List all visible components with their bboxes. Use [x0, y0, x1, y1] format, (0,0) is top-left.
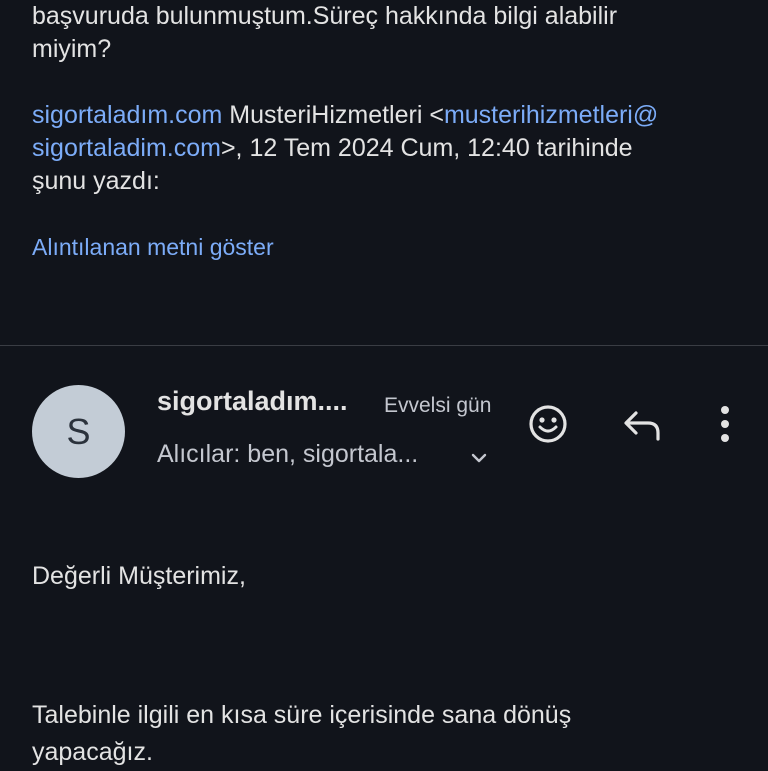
message-body-line-2: yapacağız. — [32, 738, 153, 766]
recipients-summary[interactable]: Alıcılar: ben, sigortala... — [157, 440, 418, 469]
message-body-line-1: Talebinle ilgili en kısa süre içerisinde… — [32, 701, 572, 729]
sender-site-link[interactable]: sigortaladım.com — [32, 101, 222, 129]
add-reaction-icon[interactable] — [526, 402, 570, 446]
avatar[interactable]: S — [32, 385, 125, 478]
attribution-date: >, 12 Tem 2024 Cum, 12:40 tarihinde — [220, 134, 633, 162]
avatar-letter: S — [66, 410, 91, 452]
message-body: Talebinle ilgili en kısa süre içerisinde… — [32, 697, 732, 771]
sender-email-link-part1[interactable]: musterihizmetleri@ — [444, 101, 658, 129]
reply-icon[interactable] — [622, 405, 664, 445]
quoted-line-1: başvuruda bulunmuştum.Süreç hakkında bil… — [32, 2, 618, 30]
sender-display-name: MusteriHizmetleri < — [222, 101, 444, 129]
show-quoted-text-link[interactable]: Alıntılanan metni göster — [32, 234, 274, 261]
message-divider — [0, 345, 768, 346]
attribution-wrote: şunu yazdı: — [32, 167, 160, 195]
chevron-down-icon[interactable] — [467, 446, 491, 470]
quoted-text: başvuruda bulunmuştum.Süreç hakkında bil… — [32, 0, 732, 198]
sender-email-link-part2[interactable]: sigortaladim.com — [32, 134, 221, 162]
quoted-line-2: miyim? — [32, 35, 112, 63]
quote-attribution: sigortaladım.com MusteriHizmetleri <must… — [32, 99, 732, 198]
message-greeting: Değerli Müşterimiz, — [32, 562, 246, 590]
message-date: Evvelsi gün — [384, 394, 492, 417]
more-vert-icon[interactable] — [705, 402, 745, 446]
sender-name[interactable]: sigortaladım.... — [157, 386, 348, 417]
